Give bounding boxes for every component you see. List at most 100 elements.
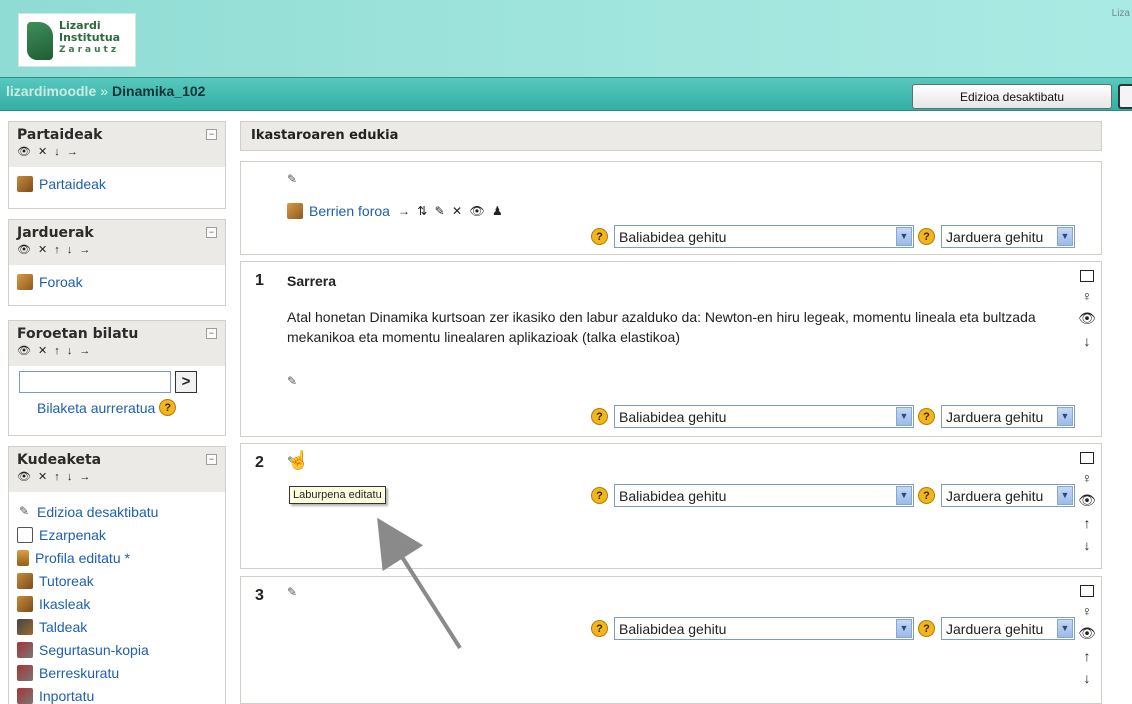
site-logo[interactable]: Lizardi Institutua Zarautz: [18, 13, 136, 67]
help-icon[interactable]: ?: [591, 408, 608, 425]
activity-controls[interactable]: → ⇅ ✎ ✕ 👁 ♟: [398, 204, 505, 218]
move-down-icon[interactable]: ↓: [1084, 537, 1091, 553]
help-icon[interactable]: ?: [159, 399, 177, 416]
sidebar-item-backup[interactable]: Segurtasun-kopia: [17, 638, 217, 661]
sidebar-item-label: Partaideak: [39, 175, 106, 192]
search-go-button[interactable]: >: [175, 371, 197, 393]
course-content-header: Ikastaroaren edukia: [240, 121, 1102, 151]
sidebar-item-settings[interactable]: Ezarpenak: [17, 523, 217, 546]
chevron-down-icon: ▼: [1057, 486, 1073, 505]
sidebar-item-editing-off[interactable]: ✎ Edizioa desaktibatu: [17, 500, 217, 523]
collapse-icon[interactable]: −: [206, 328, 217, 339]
sidebar-item-groups[interactable]: Taldeak: [17, 615, 217, 638]
add-activity-select[interactable]: Jarduera gehitu ▼: [941, 484, 1075, 507]
edit-summary-icon[interactable]: ✎: [287, 172, 297, 186]
highlight-lightbulb-icon[interactable]: ♀: [1082, 470, 1093, 486]
add-row: ? Baliabidea gehitu ▼ ? Jarduera gehitu ▼: [587, 225, 1075, 248]
edit-summary-icon[interactable]: ✎: [287, 374, 297, 388]
section-title: Sarrera: [287, 273, 337, 289]
breadcrumb-home[interactable]: lizardimoodle: [6, 83, 96, 99]
people-icon: [17, 595, 33, 612]
sidebar-item-participants[interactable]: Partaideak: [17, 172, 217, 195]
breadcrumb-course: Dinamika_102: [112, 83, 206, 99]
help-icon[interactable]: ?: [918, 408, 935, 425]
participants-block: Partaideak − 👁 ✕ ↓ → Partaideak: [8, 121, 226, 209]
add-row: ? Baliabidea gehitu ▼ ? Jarduera gehitu ▼: [587, 617, 1075, 640]
restore-icon: [17, 664, 33, 681]
section-summary: Atal honetan Dinamika kurtsoan zer ikasi…: [287, 309, 1036, 345]
add-activity-select[interactable]: Jarduera gehitu ▼: [941, 225, 1075, 248]
forum-search-input[interactable]: [19, 371, 171, 393]
add-activity-select[interactable]: Jarduera gehitu ▼: [941, 617, 1075, 640]
move-down-icon[interactable]: ↓: [1084, 670, 1091, 686]
advanced-search-link[interactable]: Bilaketa aurreratua ?: [37, 399, 217, 416]
sidebar-item-teachers[interactable]: Tutoreak: [17, 569, 217, 592]
sidebar-item-import[interactable]: Inportatu: [17, 684, 217, 704]
chevron-down-icon: ▼: [1057, 407, 1073, 426]
sidebar-item-restore[interactable]: Berreskuratu: [17, 661, 217, 684]
collapse-icon[interactable]: −: [206, 454, 217, 465]
course-section-0: ✎ Berrien foroa → ⇅ ✎ ✕ 👁 ♟ ? Baliabidea…: [240, 161, 1102, 255]
forum-search-block: Foroetan bilatu − 👁 ✕ ↑ ↓ → > Bilaketa a…: [8, 320, 226, 436]
eye-icon[interactable]: 👁: [1078, 625, 1096, 642]
help-icon[interactable]: ?: [591, 487, 608, 504]
add-resource-select[interactable]: Baliabidea gehitu ▼: [614, 225, 914, 248]
activities-block: Jarduerak − 👁 ✕ ↑ ↓ → Foroak: [8, 219, 226, 306]
chevron-down-icon: ▼: [1057, 227, 1073, 246]
sidebar-item-forums[interactable]: Foroak: [17, 270, 217, 293]
help-icon[interactable]: ?: [591, 228, 608, 245]
pen-icon: ✎: [18, 503, 30, 518]
profile-icon: [17, 549, 29, 566]
turn-editing-off-button[interactable]: Edizioa desaktibatu: [912, 84, 1112, 109]
logged-in-user[interactable]: Liza: [1112, 8, 1130, 19]
show-only-this-icon[interactable]: [1080, 452, 1094, 464]
logo-line-3: Zarautz: [59, 45, 120, 55]
highlight-lightbulb-icon[interactable]: ♀: [1082, 288, 1093, 304]
course-section-2: 2 ✎ ? Baliabidea gehitu ▼ ? Jarduera gehi…: [240, 443, 1102, 569]
hand-cursor-icon: ☝: [287, 450, 310, 470]
collapse-icon[interactable]: −: [206, 129, 217, 140]
tooltip: Laburpena editatu: [289, 486, 386, 504]
move-up-icon[interactable]: ↑: [1084, 515, 1091, 531]
highlight-lightbulb-icon[interactable]: ♀: [1082, 603, 1093, 619]
second-nav-button[interactable]: [1118, 84, 1132, 109]
forum-icon: [287, 203, 303, 219]
collapse-icon[interactable]: −: [206, 227, 217, 238]
block-controls[interactable]: 👁 ✕ ↑ ↓ →: [17, 344, 217, 357]
block-controls[interactable]: 👁 ✕ ↓ →: [17, 145, 217, 158]
sidebar-item-edit-profile[interactable]: Profila editatu *: [17, 546, 217, 569]
import-icon: [17, 687, 33, 704]
logo-line-2: Institutua: [59, 31, 121, 44]
help-icon[interactable]: ?: [918, 487, 935, 504]
show-only-this-icon[interactable]: [1080, 585, 1094, 597]
block-title: Kudeaketa: [17, 452, 102, 468]
add-resource-select[interactable]: Baliabidea gehitu ▼: [614, 617, 914, 640]
help-icon[interactable]: ?: [591, 620, 608, 637]
chevron-down-icon: ▼: [896, 227, 912, 246]
eye-icon[interactable]: 👁: [1078, 310, 1096, 327]
logo-mark-icon: [27, 22, 53, 60]
sidebar-item-label: Foroak: [39, 273, 83, 290]
help-icon[interactable]: ?: [918, 620, 935, 637]
block-controls[interactable]: 👁 ✕ ↑ ↓ →: [17, 243, 217, 256]
block-title: Foroetan bilatu: [17, 326, 139, 342]
block-controls[interactable]: 👁 ✕ ↑ ↓ →: [17, 470, 217, 483]
chevron-down-icon: ▼: [896, 486, 912, 505]
sidebar-item-students[interactable]: Ikasleak: [17, 592, 217, 615]
add-activity-select[interactable]: Jarduera gehitu ▼: [941, 405, 1075, 428]
add-resource-select[interactable]: Baliabidea gehitu ▼: [614, 484, 914, 507]
move-down-icon[interactable]: ↓: [1084, 333, 1091, 349]
forum-icon: [17, 273, 33, 290]
chevron-down-icon: ▼: [896, 619, 912, 638]
site-header: Lizardi Institutua Zarautz Liza: [0, 0, 1132, 77]
news-forum-link[interactable]: Berrien foroa → ⇅ ✎ ✕ 👁 ♟: [287, 203, 505, 219]
show-only-this-icon[interactable]: [1080, 270, 1094, 282]
eye-icon[interactable]: 👁: [1078, 492, 1096, 509]
add-resource-select[interactable]: Baliabidea gehitu ▼: [614, 405, 914, 428]
help-icon[interactable]: ?: [918, 228, 935, 245]
edit-summary-icon[interactable]: ✎: [287, 585, 297, 599]
move-up-icon[interactable]: ↑: [1084, 648, 1091, 664]
settings-doc-icon: [17, 526, 33, 543]
chevron-down-icon: ▼: [896, 407, 912, 426]
administration-block: Kudeaketa − 👁 ✕ ↑ ↓ → ✎ Edizioa desaktiba…: [8, 446, 226, 704]
